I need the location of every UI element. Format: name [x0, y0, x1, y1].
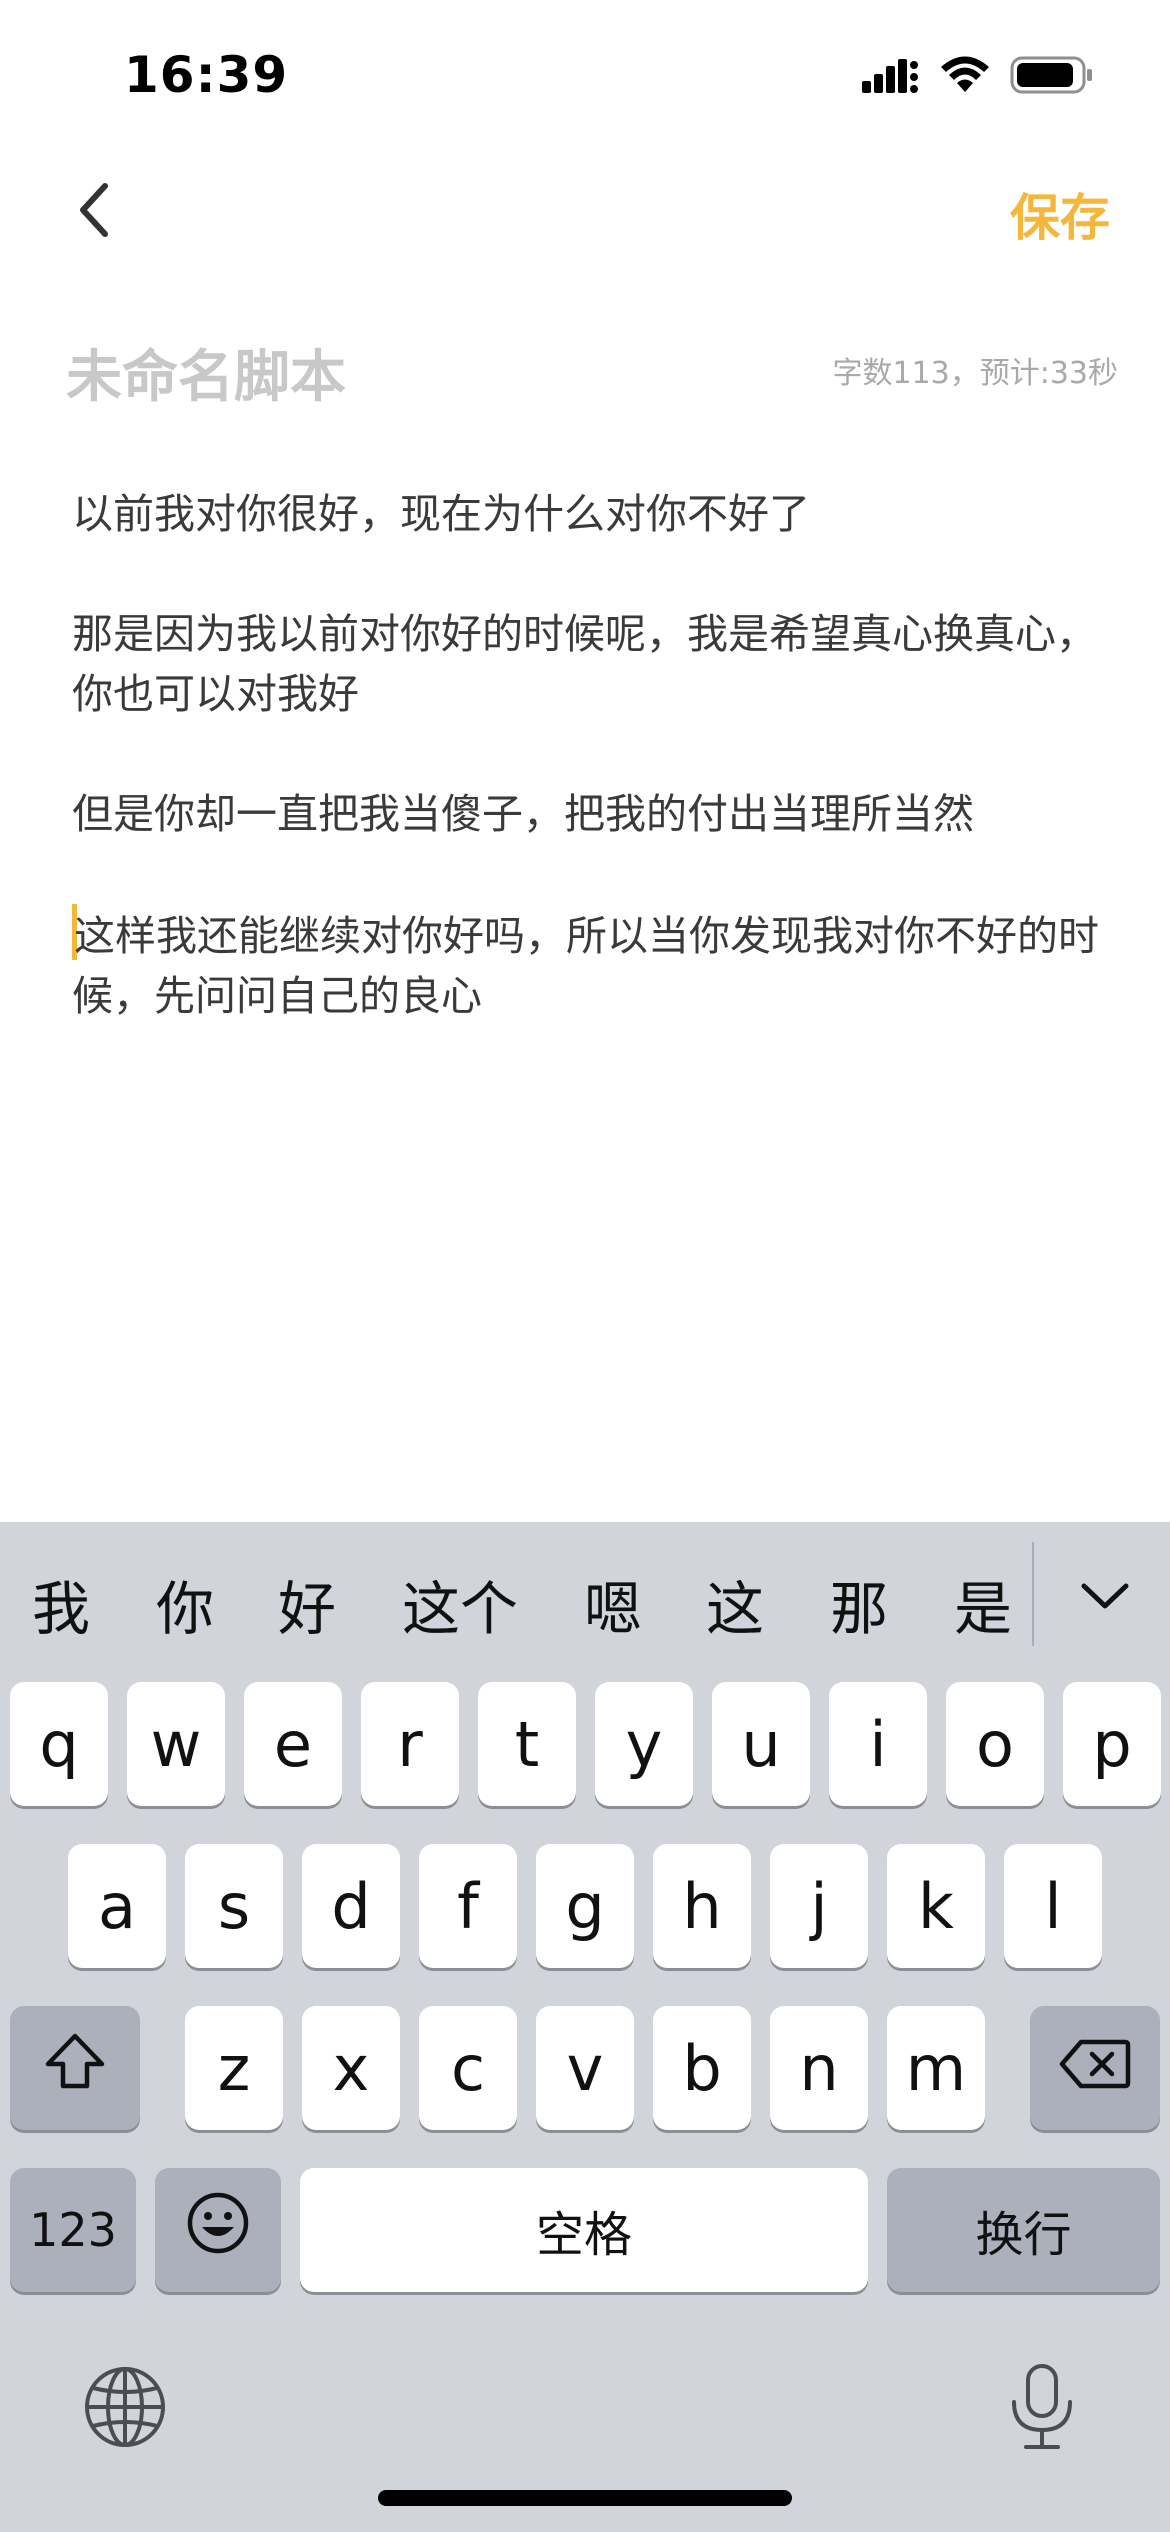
key-x[interactable]: x	[302, 2006, 400, 2130]
candidate-word[interactable]: 你	[156, 1562, 214, 1646]
key-w[interactable]: w	[127, 1682, 225, 1806]
candidate-word[interactable]: 这	[706, 1562, 764, 1646]
key-c[interactable]: c	[419, 2006, 517, 2130]
candidate-word[interactable]: 那	[830, 1562, 888, 1646]
cellular-signal-icon	[862, 57, 920, 97]
key-l[interactable]: l	[1004, 1844, 1102, 1968]
chevron-down-icon	[1080, 1581, 1130, 1615]
delete-icon	[1059, 2032, 1131, 2105]
delete-key[interactable]	[1030, 2006, 1160, 2130]
microphone-icon	[1004, 2364, 1080, 2456]
back-button[interactable]	[60, 172, 130, 252]
globe-button[interactable]	[80, 2362, 170, 2456]
dictation-button[interactable]	[1004, 2362, 1080, 2456]
chevron-left-icon	[75, 180, 115, 244]
candidate-word[interactable]: 好	[278, 1562, 336, 1646]
key-q[interactable]: q	[10, 1682, 108, 1806]
wifi-icon	[940, 56, 990, 98]
save-button[interactable]: 保存	[1010, 178, 1110, 250]
key-f[interactable]: f	[419, 1844, 517, 1968]
candidate-word[interactable]: 是	[954, 1562, 1012, 1646]
key-a[interactable]: a	[68, 1844, 166, 1968]
candidate-expand-button[interactable]	[1070, 1568, 1140, 1628]
candidate-word[interactable]: 我	[32, 1562, 90, 1646]
key-i[interactable]: i	[829, 1682, 927, 1806]
status-bar: 16:39	[0, 0, 1170, 150]
shift-icon	[42, 2031, 108, 2106]
key-k[interactable]: k	[887, 1844, 985, 1968]
key-t[interactable]: t	[478, 1682, 576, 1806]
key-p[interactable]: p	[1063, 1682, 1161, 1806]
key-b[interactable]: b	[653, 2006, 751, 2130]
script-paragraph: 但是你却一直把我当傻子，把我的付出当理所当然	[72, 790, 974, 838]
nav-bar: 保存	[0, 160, 1170, 260]
emoji-icon	[186, 2191, 250, 2270]
key-z[interactable]: z	[185, 2006, 283, 2130]
script-title-input[interactable]: 未命名脚本	[66, 332, 346, 413]
key-r[interactable]: r	[361, 1682, 459, 1806]
candidate-word[interactable]: 这个	[402, 1562, 518, 1646]
key-m[interactable]: m	[887, 2006, 985, 2130]
key-v[interactable]: v	[536, 2006, 634, 2130]
key-e[interactable]: e	[244, 1682, 342, 1806]
word-count-label: 字数113，预计:33秒	[832, 356, 1118, 391]
key-u[interactable]: u	[712, 1682, 810, 1806]
globe-icon	[80, 2367, 170, 2456]
candidate-word[interactable]: 嗯	[584, 1562, 642, 1646]
key-j[interactable]: j	[770, 1844, 868, 1968]
emoji-key[interactable]	[155, 2168, 281, 2292]
key-h[interactable]: h	[653, 1844, 751, 1968]
space-key[interactable]: 空格	[300, 2168, 868, 2292]
script-paragraph-text: 这样我还能继续对你好吗，所以当你发现我对你不好的时候，先问问自己的良心	[72, 912, 1099, 1020]
candidate-bar: 我 你 好 这个 嗯 这 那 是	[0, 1522, 1170, 1682]
script-editor-screen: 16:39 保存 未命名脚本 字数113，预计:33秒 以前我对你很好，现在为什…	[0, 0, 1170, 2532]
keyboard: 我 你 好 这个 嗯 这 那 是 q w e r t y u i o p a s…	[0, 1522, 1170, 2532]
status-time: 16:39	[124, 46, 289, 104]
battery-icon	[1010, 56, 1094, 98]
key-g[interactable]: g	[536, 1844, 634, 1968]
script-paragraph: 那是因为我以前对你好的时候呢，我是希望真心换真心，你也可以对我好	[72, 610, 1097, 718]
key-n[interactable]: n	[770, 2006, 868, 2130]
return-key[interactable]: 换行	[887, 2168, 1160, 2292]
numbers-key[interactable]: 123	[10, 2168, 136, 2292]
key-o[interactable]: o	[946, 1682, 1044, 1806]
home-indicator[interactable]	[378, 2490, 792, 2506]
key-y[interactable]: y	[595, 1682, 693, 1806]
candidate-divider	[1032, 1542, 1034, 1646]
script-paragraph-active: 这样我还能继续对你好吗，所以当你发现我对你不好的时候，先问问自己的良心	[72, 904, 1122, 1026]
script-paragraph: 以前我对你很好，现在为什么对你不好了	[72, 490, 810, 538]
key-s[interactable]: s	[185, 1844, 283, 1968]
script-body-editor[interactable]: 以前我对你很好，现在为什么对你不好了 那是因为我以前对你好的时候呢，我是希望真心…	[72, 484, 1122, 1086]
shift-key[interactable]	[10, 2006, 140, 2130]
status-icons	[862, 56, 1094, 98]
key-d[interactable]: d	[302, 1844, 400, 1968]
